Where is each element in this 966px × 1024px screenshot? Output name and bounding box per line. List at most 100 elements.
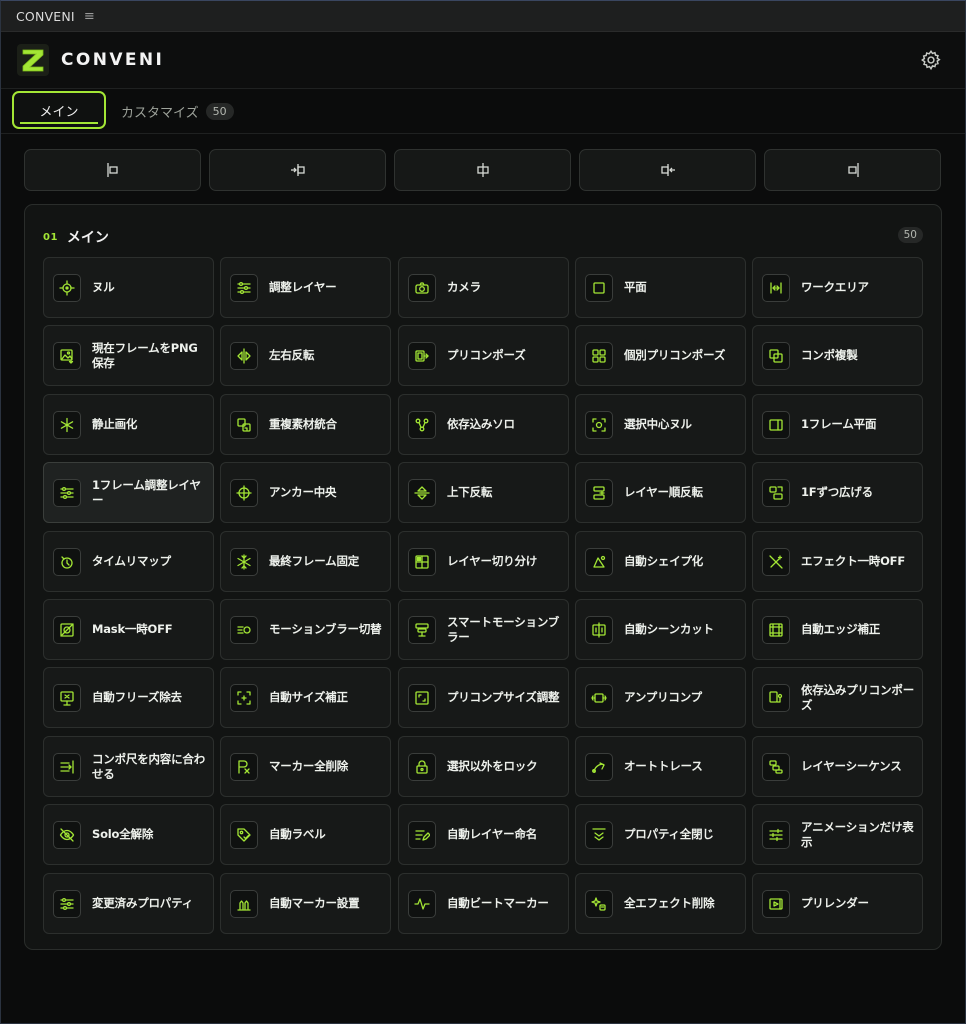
command-label: 自動シーンカット xyxy=(624,622,714,636)
command-button-expand[interactable]: 1Fずつ広げる xyxy=(752,462,923,523)
command-button-layer-order[interactable]: レイヤー順反転 xyxy=(575,462,746,523)
command-button-lock[interactable]: 選択以外をロック xyxy=(398,736,569,797)
marker-place-icon xyxy=(237,899,251,911)
command-button-duplicate[interactable]: コンポ複製 xyxy=(752,325,923,386)
command-icon-box xyxy=(762,615,790,644)
command-button-freeze-remove[interactable]: 自動フリーズ除去 xyxy=(43,667,214,728)
command-button-marker-delete[interactable]: マーカー全削除 xyxy=(220,736,391,797)
command-button-prerender[interactable]: プリレンダー xyxy=(752,873,923,934)
command-button-flip-vertical[interactable]: 上下反転 xyxy=(398,462,569,523)
command-button-split-grid[interactable]: レイヤー切り分け xyxy=(398,531,569,592)
command-button-rename[interactable]: 自動レイヤー命名 xyxy=(398,804,569,865)
precompose-icon xyxy=(415,349,429,362)
align-to-right-button[interactable] xyxy=(579,149,756,191)
align-left-button[interactable] xyxy=(24,149,201,191)
null-crosshair-icon xyxy=(59,279,75,296)
command-icon-box xyxy=(53,820,81,849)
command-icon-box xyxy=(762,889,790,918)
tab-customize-label: カスタマイズ xyxy=(121,106,199,121)
command-button-null-crosshair[interactable]: ヌル xyxy=(43,257,214,318)
align-center-button[interactable] xyxy=(394,149,571,191)
command-label: 自動レイヤー命名 xyxy=(447,827,538,841)
command-button-mask-off[interactable]: Mask一時OFF xyxy=(43,599,214,660)
command-icon-box xyxy=(408,615,436,644)
command-button-time-remap[interactable]: タイムリマップ xyxy=(43,531,214,592)
command-button-motion-blur[interactable]: モーションブラー切替 xyxy=(220,599,391,660)
rename-icon xyxy=(415,829,430,841)
command-label: 平面 xyxy=(624,280,647,294)
command-label: 重複素材統合 xyxy=(269,417,337,431)
command-button-sliders[interactable]: 調整レイヤー xyxy=(220,257,391,318)
command-button-list-sliders[interactable]: アニメーションだけ表示 xyxy=(752,804,923,865)
command-label: 選択中心ヌル xyxy=(624,417,692,431)
section-number: 01 xyxy=(43,231,58,243)
marker-delete-icon xyxy=(238,759,250,774)
command-button-trace[interactable]: オートトレース xyxy=(575,736,746,797)
merge-icon xyxy=(237,417,251,432)
command-button-unprecomp[interactable]: アンプリコンプ xyxy=(575,667,746,728)
resize-icon xyxy=(415,690,429,705)
command-button-dep-precompose[interactable]: 依存込みプリコンポーズ xyxy=(752,667,923,728)
command-button-square[interactable]: 平面 xyxy=(575,257,746,318)
sliders-icon xyxy=(60,486,74,499)
command-button-sliders[interactable]: 1フレーム調整レイヤー xyxy=(43,462,214,523)
command-icon-box xyxy=(53,410,81,439)
command-label: 自動エッジ補正 xyxy=(801,622,881,636)
command-button-sequence[interactable]: レイヤーシーケンス xyxy=(752,736,923,797)
command-icon-box xyxy=(585,615,613,644)
hamburger-icon[interactable]: ≡ xyxy=(84,9,95,24)
command-button-image-save[interactable]: 現在フレームをPNG保存 xyxy=(43,325,214,386)
command-button-wand-off[interactable]: エフェクト一時OFF xyxy=(752,531,923,592)
align-right-button[interactable] xyxy=(764,149,941,191)
tab-main[interactable]: メイン xyxy=(12,91,106,129)
command-label: レイヤー順反転 xyxy=(624,485,703,499)
align-to-left-button[interactable] xyxy=(209,149,386,191)
align-toolbar xyxy=(24,149,942,191)
command-label: 左右反転 xyxy=(269,348,315,362)
command-button-smart-blur[interactable]: スマートモーションブラー xyxy=(398,599,569,660)
collapse-icon xyxy=(592,827,606,841)
command-button-sparkle-delete[interactable]: 全エフェクト削除 xyxy=(575,873,746,934)
command-button-target-frame[interactable]: 選択中心ヌル xyxy=(575,394,746,455)
command-button-marker-place[interactable]: 自動マーカー設置 xyxy=(220,873,391,934)
command-button-merge[interactable]: 重複素材統合 xyxy=(220,394,391,455)
command-button-grid[interactable]: 個別プリコンポーズ xyxy=(575,325,746,386)
command-button-beat[interactable]: 自動ビートマーカー xyxy=(398,873,569,934)
command-button-asterisk[interactable]: 静止画化 xyxy=(43,394,214,455)
command-button-size-fix[interactable]: 自動サイズ補正 xyxy=(220,667,391,728)
tab-customize[interactable]: カスタマイズ 50 xyxy=(121,102,234,121)
command-button-camera[interactable]: カメラ xyxy=(398,257,569,318)
command-label: 自動シェイプ化 xyxy=(624,554,704,568)
command-button-work-area[interactable]: ワークエリア xyxy=(752,257,923,318)
command-button-precompose[interactable]: プリコンポーズ xyxy=(398,325,569,386)
section-name: メイン xyxy=(66,230,109,246)
work-area-icon xyxy=(770,281,782,294)
command-button-edge[interactable]: 自動エッジ補正 xyxy=(752,599,923,660)
command-button-flip-horizontal[interactable]: 左右反転 xyxy=(220,325,391,386)
gear-icon[interactable] xyxy=(920,49,942,71)
command-button-fit-duration[interactable]: コンポ尺を内容に合わせる xyxy=(43,736,214,797)
command-button-tag[interactable]: 自動ラベル xyxy=(220,804,391,865)
command-button-shape[interactable]: 自動シェイプ化 xyxy=(575,531,746,592)
layer-order-icon xyxy=(593,485,605,500)
command-button-collapse[interactable]: プロパティ全閉じ xyxy=(575,804,746,865)
command-button-eye-off[interactable]: Solo全解除 xyxy=(43,804,214,865)
align-center-icon xyxy=(476,163,489,177)
command-button-sliders[interactable]: 変更済みプロパティ xyxy=(43,873,214,934)
command-button-scene-cut[interactable]: 自動シーンカット xyxy=(575,599,746,660)
command-button-anchor-center[interactable]: アンカー中央 xyxy=(220,462,391,523)
command-label: 最終フレーム固定 xyxy=(269,554,360,568)
command-button-frame-solid[interactable]: 1フレーム平面 xyxy=(752,394,923,455)
command-button-nodes[interactable]: 依存込みソロ xyxy=(398,394,569,455)
command-button-resize[interactable]: プリコンプサイズ調整 xyxy=(398,667,569,728)
command-label: 自動ビートマーカー xyxy=(447,896,549,910)
image-save-icon xyxy=(60,348,74,364)
command-label: 静止画化 xyxy=(92,417,138,431)
edge-icon xyxy=(769,622,783,637)
command-label: 調整レイヤー xyxy=(269,280,337,294)
command-button-snowflake[interactable]: 最終フレーム固定 xyxy=(220,531,391,592)
fit-duration-icon xyxy=(60,759,74,774)
command-icon-box xyxy=(408,478,436,507)
command-label: 1フレーム平面 xyxy=(801,417,877,431)
command-label: 自動マーカー設置 xyxy=(269,896,360,910)
